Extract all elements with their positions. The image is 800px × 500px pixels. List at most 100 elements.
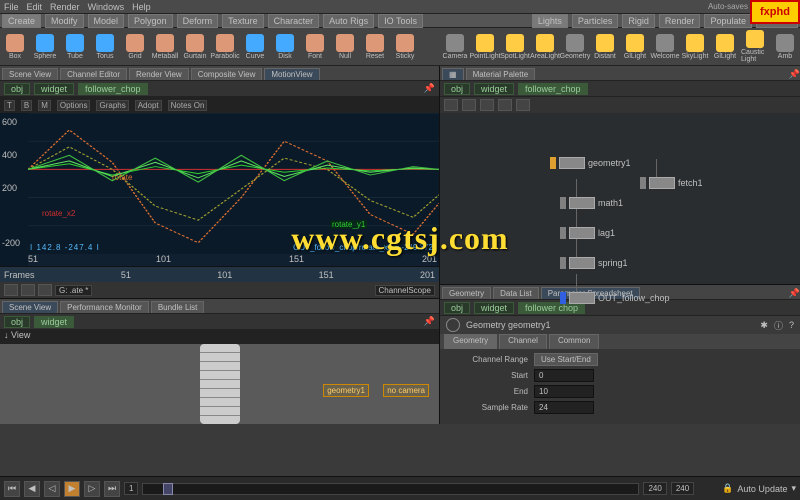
shelf-tool-arealight[interactable]: AreaLight xyxy=(531,30,559,64)
chevron-down-icon[interactable]: ▾ xyxy=(791,483,796,494)
shelf-tab[interactable]: Create xyxy=(2,14,41,28)
shelf-tool-metaball[interactable]: Metaball xyxy=(151,30,179,64)
mini-btn[interactable] xyxy=(4,284,18,296)
shelf-tool-gurtain[interactable]: Gurtain xyxy=(181,30,209,64)
frame-start[interactable]: 1 xyxy=(124,482,138,495)
net-tab[interactable]: ▦ xyxy=(442,68,464,80)
shelf-tool-geometry[interactable]: Geometry xyxy=(561,30,589,64)
menu-help[interactable]: Help xyxy=(132,2,151,12)
tab-bundle-list[interactable]: Bundle List xyxy=(151,301,205,313)
shelf-tab[interactable]: Auto Rigs xyxy=(323,14,374,28)
shelf-tool-disk[interactable]: Disk xyxy=(271,30,299,64)
tool-btn[interactable]: T xyxy=(4,100,15,111)
param-top-tab[interactable]: Data List xyxy=(493,287,539,299)
shelf-tool-grid[interactable]: Grid xyxy=(121,30,149,64)
shelf-tool-box[interactable]: Box xyxy=(1,30,29,64)
shelf-tool-torus[interactable]: Torus xyxy=(91,30,119,64)
net-tool[interactable] xyxy=(444,99,458,111)
shelf-tab[interactable]: Lights xyxy=(532,14,568,28)
star-icon[interactable]: ✱ xyxy=(760,320,768,331)
shelf-tool-caustic light[interactable]: Caustic Light xyxy=(741,30,769,64)
node-math1[interactable]: math1 xyxy=(560,197,623,209)
scene-tag[interactable]: no camera xyxy=(383,384,429,397)
crumb[interactable]: widget xyxy=(474,302,514,314)
crumb[interactable]: widget xyxy=(474,83,514,95)
shelf-tool-spotlight[interactable]: SpotLight xyxy=(501,30,529,64)
param-input[interactable]: 0 xyxy=(534,369,594,382)
shelf-tool-camera[interactable]: Camera xyxy=(441,30,469,64)
lock-icon[interactable]: 🔒 xyxy=(722,483,733,494)
frame-current[interactable]: 240 xyxy=(671,482,694,495)
shelf-tool-gllight[interactable]: GlLight xyxy=(621,30,649,64)
play-button[interactable]: ▶ xyxy=(64,481,80,497)
shelf-tool-distant[interactable]: Distant xyxy=(591,30,619,64)
timeline-slider[interactable] xyxy=(142,483,639,495)
param-select[interactable]: Use Start/End xyxy=(534,353,598,366)
tab-render-view[interactable]: Render View xyxy=(129,68,189,80)
shelf-tool-welcome[interactable]: Welcome xyxy=(651,30,679,64)
shelf-tab[interactable]: Deform xyxy=(177,14,219,28)
shelf-tab[interactable]: Render xyxy=(659,14,701,28)
param-input[interactable]: 24 xyxy=(534,401,594,414)
goto-end-button[interactable]: ⏭ xyxy=(104,481,120,497)
tool-menu[interactable]: Options xyxy=(57,100,91,111)
tool-menu[interactable]: Notes On xyxy=(168,100,208,111)
param-top-tab[interactable]: Geometry xyxy=(442,287,491,299)
param-tab[interactable]: Geometry xyxy=(444,334,497,349)
shelf-tab[interactable]: Particles xyxy=(572,14,619,28)
menu-windows[interactable]: Windows xyxy=(88,2,125,12)
step-fwd-button[interactable]: ▷ xyxy=(84,481,100,497)
viewport-3d[interactable]: geometry1 no camera xyxy=(0,344,439,424)
menu-edit[interactable]: Edit xyxy=(27,2,43,12)
channel-graph[interactable]: 600 400 200 -200 rotate rotate_x2 rotate… xyxy=(0,113,439,266)
play-back-button[interactable]: ◁ xyxy=(44,481,60,497)
mini-btn[interactable] xyxy=(21,284,35,296)
shelf-tab[interactable]: Character xyxy=(268,14,320,28)
crumb[interactable]: obj xyxy=(4,83,30,95)
tool-menu[interactable]: Graphs xyxy=(96,100,128,111)
shelf-tool-tube[interactable]: Tube xyxy=(61,30,89,64)
pin-icon[interactable]: 📌 xyxy=(789,288,800,299)
node-OUT_follow_chop[interactable]: OUT_follow_chop xyxy=(560,292,670,304)
gear-icon[interactable] xyxy=(446,318,460,332)
goto-start-button[interactable]: ⏮ xyxy=(4,481,20,497)
crumb[interactable]: widget xyxy=(34,83,74,95)
param-input[interactable]: 10 xyxy=(534,385,594,398)
tab-composite-view[interactable]: Composite View xyxy=(191,68,263,80)
network-view[interactable]: geometry1fetch1math1lag1spring1OUT_follo… xyxy=(440,97,800,284)
net-tool[interactable] xyxy=(516,99,530,111)
info-icon[interactable]: ⓘ xyxy=(774,319,783,332)
crumb[interactable]: widget xyxy=(34,316,74,328)
shelf-tool-parabolic[interactable]: Parabolic xyxy=(211,30,239,64)
timeline-cursor[interactable] xyxy=(163,483,173,495)
tab-perf-mon[interactable]: Performance Monitor xyxy=(60,301,149,313)
shelf-tab[interactable]: Rigid xyxy=(622,14,655,28)
tool-btn[interactable]: M xyxy=(38,100,51,111)
param-tab[interactable]: Common xyxy=(549,334,599,349)
param-tab[interactable]: Channel xyxy=(499,334,547,349)
net-tool[interactable] xyxy=(498,99,512,111)
shelf-tool-sphere[interactable]: Sphere xyxy=(31,30,59,64)
crumb[interactable]: obj xyxy=(4,316,30,328)
menu-file[interactable]: File xyxy=(4,2,19,12)
crumb[interactable]: obj xyxy=(444,302,470,314)
shelf-tool-sticky[interactable]: Sticky xyxy=(391,30,419,64)
shelf-tab[interactable]: Populate xyxy=(704,14,752,28)
shelf-tool-curve[interactable]: Curve xyxy=(241,30,269,64)
tab-scene-view[interactable]: Scene View xyxy=(2,301,58,313)
shelf-tool-gllight[interactable]: GlLight xyxy=(711,30,739,64)
tab-channel-editor[interactable]: Channel Editor xyxy=(60,68,127,80)
frame-end[interactable]: 240 xyxy=(643,482,666,495)
shelf-tool-skylight[interactable]: SkyLight xyxy=(681,30,709,64)
net-tool[interactable] xyxy=(462,99,476,111)
shelf-tab[interactable]: Modify xyxy=(45,14,84,28)
shelf-tool-null[interactable]: Null xyxy=(331,30,359,64)
shelf-tab[interactable]: Texture xyxy=(222,14,264,28)
node-fetch1[interactable]: fetch1 xyxy=(640,177,703,189)
shelf-tool-font[interactable]: Font xyxy=(301,30,329,64)
auto-update-label[interactable]: Auto Update xyxy=(737,484,787,494)
crumb[interactable]: follower_chop xyxy=(518,83,588,95)
pin-icon[interactable]: 📌 xyxy=(424,316,435,327)
menu-render[interactable]: Render xyxy=(50,2,80,12)
tab-scene-view[interactable]: Scene View xyxy=(2,68,58,80)
